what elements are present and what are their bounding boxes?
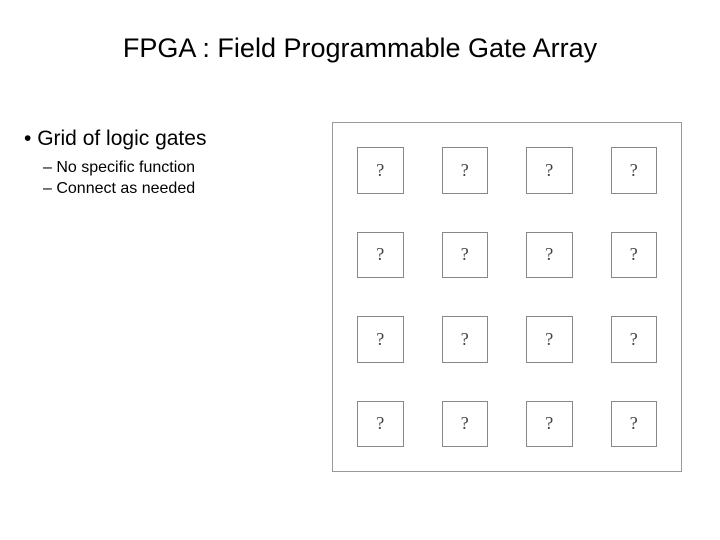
gate-cell: ? [442,232,489,279]
gate-cell: ? [442,401,489,448]
sub-bullet-list: No specific function Connect as needed [43,158,195,200]
gate-cell: ? [357,401,404,448]
gate-cell: ? [357,147,404,194]
gate-cell: ? [611,401,658,448]
gate-cell: ? [526,401,573,448]
sub-bullet-item: No specific function [43,158,195,179]
main-bullet: Grid of logic gates [24,127,206,151]
gate-cell: ? [526,316,573,363]
gate-cell: ? [357,316,404,363]
gate-cell: ? [611,316,658,363]
slide-title: FPGA : Field Programmable Gate Array [0,33,720,64]
gate-cell: ? [611,147,658,194]
gate-cell: ? [611,232,658,279]
gate-cell: ? [526,147,573,194]
gate-cell: ? [442,147,489,194]
gate-cell: ? [357,232,404,279]
fpga-grid-frame: ? ? ? ? ? ? ? ? ? ? ? ? ? ? ? ? [332,122,682,472]
fpga-grid: ? ? ? ? ? ? ? ? ? ? ? ? ? ? ? ? [357,147,657,447]
gate-cell: ? [442,316,489,363]
sub-bullet-item: Connect as needed [43,179,195,200]
gate-cell: ? [526,232,573,279]
